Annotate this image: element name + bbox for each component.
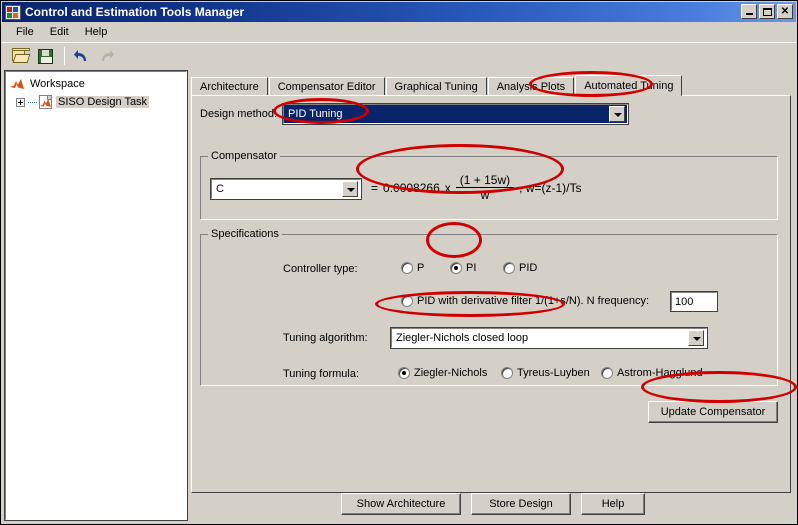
title-bar: Control and Estimation Tools Manager ✕ [2, 2, 796, 22]
open-button[interactable] [9, 45, 32, 67]
formula-fraction: (1 + 15w) w [455, 173, 515, 202]
radio-formula-astrom-hagglund[interactable]: Astrom-Hagglund [601, 367, 703, 379]
maximize-button[interactable] [759, 4, 775, 19]
window-title: Control and Estimation Tools Manager [25, 5, 245, 19]
design-method-label: Design method: [200, 108, 278, 120]
tab-compensator-editor[interactable]: Compensator Editor [268, 77, 385, 96]
formula-denominator: w [480, 188, 490, 202]
radio-icon-derivative-filter[interactable] [401, 295, 413, 307]
radio-icon-astrom-hagglund[interactable] [601, 367, 613, 379]
radio-pid-derivative-filter[interactable]: PID with derivative filter 1/(1+s/N). N … [401, 295, 649, 307]
radio-label-pid: PID [519, 262, 538, 274]
tuning-algorithm-value: Ziegler-Nichols closed loop [396, 332, 529, 344]
formula-equals: = [371, 180, 379, 195]
radio-controller-p[interactable]: P [401, 262, 424, 274]
design-method-row: Design method: PID Tuning [200, 103, 630, 125]
design-method-value: PID Tuning [288, 108, 343, 120]
tab-strip: Architecture Compensator Editor Graphica… [191, 75, 795, 96]
bottom-button-bar: Show Architecture Store Design Help [191, 489, 795, 519]
n-frequency-value: 100 [675, 295, 694, 308]
tab-graphical-tuning[interactable]: Graphical Tuning [385, 77, 487, 96]
automated-tuning-panel: Design method: PID Tuning Compensator C … [191, 95, 791, 493]
tuning-algorithm-label: Tuning algorithm: [283, 332, 368, 344]
radio-icon-pi[interactable] [450, 262, 462, 274]
radio-formula-ziegler-nichols[interactable]: Ziegler-Nichols [398, 367, 487, 379]
radio-label-astrom-hagglund: Astrom-Hagglund [617, 367, 703, 379]
undo-button[interactable] [70, 45, 93, 67]
compensator-formula: = 0.0008266 x (1 + 15w) w , w=(z-1)/Ts [371, 173, 581, 202]
radio-icon-ziegler-nichols[interactable] [398, 367, 410, 379]
radio-label-ziegler-nichols: Ziegler-Nichols [414, 367, 488, 379]
formula-numerator: (1 + 15w) [459, 173, 511, 187]
tree-connector [28, 101, 37, 103]
tree-node-workspace[interactable]: Workspace [10, 75, 186, 93]
radio-label-tyreus-luyben: Tyreus-Luyben [517, 367, 590, 379]
matlab-icon [10, 78, 24, 91]
chevron-down-icon[interactable] [342, 181, 358, 197]
radio-label-pi: PI [466, 262, 477, 274]
redo-button[interactable] [95, 45, 118, 67]
radio-controller-pi[interactable]: PI [450, 262, 476, 274]
formula-suffix: , w=(z-1)/Ts [519, 180, 582, 195]
formula-gain: 0.0008266 [383, 180, 440, 195]
content-panel: Architecture Compensator Editor Graphica… [191, 71, 795, 520]
tab-analysis-plots[interactable]: Analysis Plots [487, 77, 575, 96]
design-method-combo[interactable]: PID Tuning [282, 103, 630, 125]
compensator-group-title: Compensator [208, 150, 281, 162]
matlab-app-icon [5, 4, 21, 20]
application-window: Control and Estimation Tools Manager ✕ F… [0, 0, 798, 525]
update-compensator-button[interactable]: Update Compensator [648, 401, 778, 423]
expand-plus-icon[interactable] [16, 97, 25, 107]
tuning-formula-label: Tuning formula: [283, 368, 360, 380]
chevron-down-icon[interactable] [609, 106, 626, 122]
redo-arrow-icon [99, 49, 114, 63]
save-button[interactable] [34, 45, 57, 67]
store-design-button[interactable]: Store Design [471, 493, 571, 515]
menu-bar: File Edit Help [2, 22, 796, 42]
tree: Workspace SISO Design Task [6, 72, 186, 111]
formula-times: x [444, 180, 451, 195]
close-button[interactable]: ✕ [777, 4, 793, 19]
radio-icon-pid[interactable] [503, 262, 515, 274]
menu-help[interactable]: Help [77, 24, 116, 40]
n-frequency-input[interactable]: 100 [670, 291, 718, 312]
tab-automated-tuning[interactable]: Automated Tuning [575, 75, 683, 96]
specifications-group-title: Specifications [208, 228, 282, 240]
compensator-combo[interactable]: C [210, 178, 362, 200]
radio-label-p: P [417, 262, 425, 274]
toolbar-separator [64, 46, 65, 65]
controller-type-label: Controller type: [283, 263, 358, 275]
undo-arrow-icon [74, 49, 89, 63]
toolbar [2, 42, 796, 68]
radio-formula-tyreus-luyben[interactable]: Tyreus-Luyben [501, 367, 590, 379]
workspace-tree-panel[interactable]: Workspace SISO Design Task [4, 70, 188, 521]
compensator-combo-value: C [216, 183, 224, 195]
minimize-button[interactable] [741, 4, 757, 19]
window-controls: ✕ [741, 4, 793, 19]
menu-edit[interactable]: Edit [42, 24, 77, 40]
siso-task-icon [39, 95, 52, 109]
tree-node-siso-design-task[interactable]: SISO Design Task [10, 93, 186, 111]
radio-controller-pid[interactable]: PID [503, 262, 537, 274]
specifications-group: Specifications Controller type: P PI PID [200, 228, 778, 386]
compensator-group: Compensator C = 0.0008266 x (1 + 15w) w … [200, 150, 778, 220]
radio-label-derivative-filter: PID with derivative filter 1/(1+s/N). N … [417, 295, 649, 307]
radio-icon-p[interactable] [401, 262, 413, 274]
tree-label-workspace: Workspace [30, 78, 85, 90]
menu-file[interactable]: File [8, 24, 42, 40]
help-button[interactable]: Help [581, 493, 645, 515]
tab-architecture[interactable]: Architecture [191, 77, 268, 96]
open-folder-icon [12, 47, 31, 63]
tree-label-siso-design-task: SISO Design Task [56, 96, 150, 108]
radio-icon-tyreus-luyben[interactable] [501, 367, 513, 379]
save-floppy-icon [38, 48, 53, 64]
show-architecture-button[interactable]: Show Architecture [341, 493, 461, 515]
chevron-down-icon[interactable] [688, 330, 704, 346]
tuning-algorithm-combo[interactable]: Ziegler-Nichols closed loop [390, 327, 708, 349]
